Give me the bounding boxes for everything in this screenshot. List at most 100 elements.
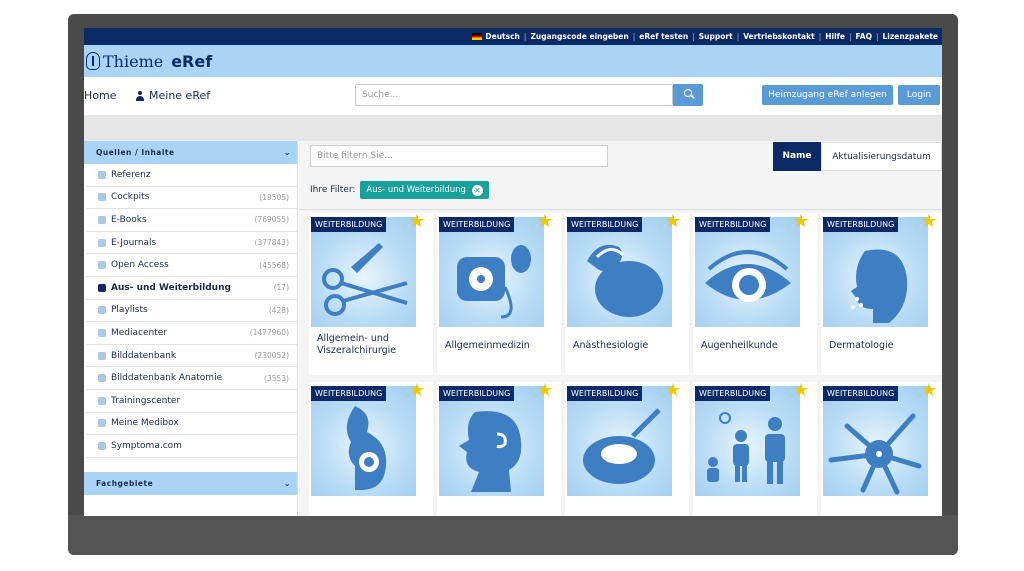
login-button[interactable]: Login bbox=[898, 85, 940, 105]
card-title: Dermatologie bbox=[829, 340, 894, 351]
course-card[interactable]: WEITERBILDUNG ★ bbox=[565, 382, 689, 516]
star-icon[interactable]: ★ bbox=[921, 382, 937, 400]
sidebar: Quellen / Inhalte ⌄ Referenz Cockpits (19… bbox=[84, 141, 298, 516]
course-card[interactable]: WEITERBILDUNG ★ Augenheilkunde bbox=[693, 213, 817, 375]
star-icon[interactable]: ★ bbox=[537, 213, 553, 231]
star-icon[interactable]: ★ bbox=[793, 213, 809, 231]
card-title: Allgemeinmedizin bbox=[445, 340, 530, 351]
nav-meine-eref[interactable]: Meine eRef bbox=[136, 89, 210, 102]
eye-icon bbox=[695, 217, 800, 327]
brand-bar: Thieme eRef bbox=[84, 45, 942, 77]
sidebar-section-quellen[interactable]: Quellen / Inhalte ⌄ bbox=[84, 141, 297, 164]
star-icon[interactable]: ★ bbox=[793, 382, 809, 400]
search-input[interactable]: Suche... bbox=[355, 84, 673, 106]
sidebar-item-trainingscenter[interactable]: Trainingscenter bbox=[86, 390, 297, 413]
divider-band bbox=[84, 115, 942, 141]
course-card[interactable]: WEITERBILDUNG ★ bbox=[693, 382, 817, 516]
sidebar-item-mediacenter[interactable]: Mediacenter (1477960) bbox=[86, 322, 297, 345]
close-icon[interactable]: ✕ bbox=[471, 184, 483, 196]
sort-name-button[interactable]: Name bbox=[773, 142, 821, 171]
main-nav: Home Meine eRef Suche... Heimzugang eRef… bbox=[84, 77, 942, 115]
weiterbildung-badge: WEITERBILDUNG bbox=[311, 217, 387, 232]
open-access-icon bbox=[98, 261, 106, 270]
filter-chip[interactable]: Aus- und Weiterbildung ✕ bbox=[360, 181, 489, 199]
link-vertriebskontakt[interactable]: Vertriebskontakt bbox=[743, 32, 814, 41]
weiterbildung-badge: WEITERBILDUNG bbox=[439, 386, 515, 401]
star-icon[interactable]: ★ bbox=[665, 382, 681, 400]
course-card[interactable]: WEITERBILDUNG ★ Anästhesiologie bbox=[565, 213, 689, 375]
main-content: Bitte filtern Sie... Name Aktualisierung… bbox=[299, 141, 942, 516]
pregnancy-icon bbox=[311, 386, 416, 496]
course-card[interactable]: WEITERBILDUNG ★ bbox=[821, 382, 942, 516]
symptoma-icon bbox=[98, 441, 106, 450]
star-icon[interactable]: ★ bbox=[537, 382, 553, 400]
anatomy-image-icon bbox=[98, 374, 106, 383]
neuron-icon bbox=[823, 386, 928, 496]
star-icon[interactable]: ★ bbox=[921, 213, 937, 231]
card-title: Allgemein- und Viszeralchirurgie bbox=[317, 333, 397, 356]
image-icon bbox=[98, 351, 106, 360]
thieme-emblem-icon bbox=[86, 52, 100, 70]
search-button[interactable] bbox=[673, 84, 703, 106]
person-icon bbox=[136, 90, 144, 101]
book-icon bbox=[98, 170, 106, 179]
sidebar-section-fachgebiete[interactable]: Fachgebiete ⌄ bbox=[84, 471, 297, 495]
sidebar-item-ebooks[interactable]: E-Books (769055) bbox=[86, 209, 297, 232]
weiterbildung-badge: WEITERBILDUNG bbox=[823, 386, 899, 401]
active-filters: Ihre Filter: Aus- und Weiterbildung ✕ bbox=[310, 181, 489, 199]
training-icon bbox=[98, 396, 106, 405]
filter-input[interactable]: Bitte filtern Sie... bbox=[310, 145, 608, 167]
petri-dish-icon bbox=[567, 386, 672, 496]
sidebar-item-referenz[interactable]: Referenz bbox=[86, 164, 297, 187]
weiterbildung-badge: WEITERBILDUNG bbox=[695, 217, 771, 232]
link-support[interactable]: Support bbox=[699, 32, 733, 41]
language-link[interactable]: Deutsch bbox=[485, 32, 520, 41]
sidebar-item-ejournals[interactable]: E-Journals (377843) bbox=[86, 232, 297, 255]
divider bbox=[299, 209, 942, 210]
weiterbildung-badge: WEITERBILDUNG bbox=[311, 386, 387, 401]
card-title: Anästhesiologie bbox=[573, 340, 649, 351]
heimzugang-button[interactable]: Heimzugang eRef anlegen bbox=[762, 85, 893, 105]
sidebar-item-playlists[interactable]: Playlists (428) bbox=[86, 300, 297, 323]
course-card[interactable]: WEITERBILDUNG ★ bbox=[309, 382, 433, 516]
star-icon[interactable]: ★ bbox=[409, 382, 425, 400]
anesthesia-mask-icon bbox=[567, 217, 672, 327]
sidebar-item-cockpits[interactable]: Cockpits (19505) bbox=[86, 187, 297, 210]
sidebar-item-symptoma[interactable]: Symptoma.com bbox=[86, 435, 297, 458]
play-icon bbox=[98, 306, 106, 315]
sidebar-item-aus-weiterbildung[interactable]: Aus- und Weiterbildung (17) bbox=[86, 277, 297, 300]
sort-date-button[interactable]: Aktualisierungsdatum bbox=[821, 142, 942, 171]
sidebar-item-bilddatenbank[interactable]: Bilddatenbank (230052) bbox=[86, 345, 297, 368]
star-icon[interactable]: ★ bbox=[665, 213, 681, 231]
link-lizenzpakete[interactable]: Lizenzpakete bbox=[883, 32, 938, 41]
sidebar-item-open-access[interactable]: Open Access (45568) bbox=[86, 254, 297, 277]
course-card[interactable]: WEITERBILDUNG ★ bbox=[437, 382, 561, 516]
screen: Deutsch | Zugangscode eingeben | eRef test… bbox=[84, 28, 942, 516]
ear-throat-icon bbox=[439, 386, 544, 496]
sidebar-item-medibox[interactable]: Meine Medibox bbox=[86, 413, 297, 436]
media-icon bbox=[98, 328, 106, 337]
link-hilfe[interactable]: Hilfe bbox=[825, 32, 845, 41]
nav-home[interactable]: Home bbox=[84, 89, 116, 102]
card-title: Augenheilkunde bbox=[701, 340, 778, 351]
weiterbildung-badge: WEITERBILDUNG bbox=[823, 217, 899, 232]
weiterbildung-badge: WEITERBILDUNG bbox=[567, 217, 643, 232]
link-faq[interactable]: FAQ bbox=[856, 32, 872, 41]
link-zugangscode[interactable]: Zugangscode eingeben bbox=[530, 32, 628, 41]
weiterbildung-badge: WEITERBILDUNG bbox=[439, 217, 515, 232]
link-eref-testen[interactable]: eRef testen bbox=[639, 32, 688, 41]
ebook-icon bbox=[98, 215, 106, 224]
hourglass-icon bbox=[98, 283, 106, 292]
sidebar-item-bilddatenbank-anatomie[interactable]: Bilddatenbank Anatomie (3553) bbox=[86, 367, 297, 390]
star-icon[interactable]: ★ bbox=[409, 213, 425, 231]
course-card[interactable]: WEITERBILDUNG ★ Allgemein- und Viszeralc… bbox=[309, 213, 433, 375]
chevron-down-icon: ⌄ bbox=[283, 478, 291, 488]
course-card[interactable]: WEITERBILDUNG ★ Dermatologie bbox=[821, 213, 942, 375]
course-card[interactable]: WEITERBILDUNG ★ Allgemeinmedizin bbox=[437, 213, 561, 375]
chevron-down-icon: ⌄ bbox=[283, 148, 291, 157]
scissors-scalpel-icon bbox=[311, 217, 416, 327]
medibox-icon bbox=[98, 419, 106, 428]
family-icon bbox=[695, 386, 800, 496]
thieme-logo[interactable]: Thieme eRef bbox=[86, 52, 212, 71]
journal-icon bbox=[98, 238, 106, 247]
